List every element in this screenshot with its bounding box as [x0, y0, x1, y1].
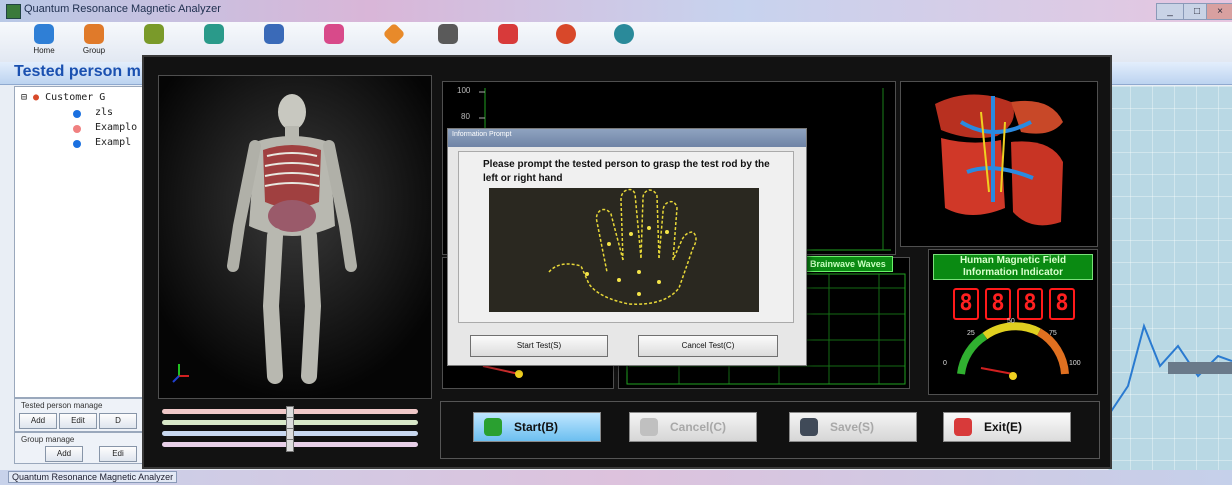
tree-root[interactable]: ⊟ ● Customer G — [21, 92, 105, 103]
organ-image — [935, 94, 1063, 226]
cancel-button-label: Cancel(C) — [670, 420, 727, 434]
slider[interactable] — [162, 406, 418, 419]
window-title: Quantum Resonance Magnetic Analyzer — [24, 3, 221, 15]
start-button[interactable]: Start(B) — [473, 412, 601, 442]
dialog-content: Please prompt the tested person to grasp… — [458, 151, 794, 323]
shield-icon — [204, 24, 224, 44]
save-button[interactable]: Save(S) — [789, 412, 917, 442]
section-title: Tested person m — [14, 63, 141, 80]
human-body-image — [159, 76, 431, 398]
customer-tree[interactable]: ⊟ ● Customer G zls Examplo Exampl — [14, 86, 146, 398]
action-buttons-panel: Start(B) Cancel(C) Save(S) Exit(E) — [440, 401, 1100, 459]
toolbar-group-label: Group — [82, 46, 106, 55]
toolbar-home-label: Home — [33, 46, 55, 55]
dialog-title: Information Prompt — [452, 131, 512, 138]
diamond-icon — [382, 22, 406, 46]
arrow-icon — [144, 24, 164, 44]
save-button-label: Save(S) — [830, 420, 875, 434]
taskbar: Quantum Resonance Magnetic Analyzer — [0, 470, 1232, 485]
person-icon — [73, 125, 81, 133]
cancel-icon — [640, 418, 658, 436]
cancel-test-button[interactable]: Cancel Test(C) — [638, 335, 778, 357]
magnetic-field-panel: Human Magnetic Field Information Indicat… — [928, 249, 1098, 395]
dialog-message: Please prompt the tested person to grasp… — [483, 159, 770, 184]
tree-root-label: Customer G — [45, 92, 106, 103]
start-button-label: Start(B) — [514, 420, 558, 434]
organ-panel — [900, 81, 1098, 247]
globe-icon — [614, 24, 634, 44]
group-icon — [84, 24, 104, 44]
slider-group — [162, 406, 418, 452]
tested-manage-caption: Tested person manage — [21, 401, 103, 410]
flag-icon — [498, 24, 518, 44]
hand-icon — [548, 188, 697, 305]
gauge-tick-label: 75 — [1049, 330, 1057, 337]
tree-item[interactable]: Examplo — [95, 122, 137, 133]
exit-button[interactable]: Exit(E) — [943, 412, 1071, 442]
toolbar-home-button[interactable]: Home — [24, 24, 64, 60]
home-icon — [34, 24, 54, 44]
person-icon — [73, 140, 81, 148]
power-icon — [484, 418, 502, 436]
tested-person-manage: Tested person manage Add Edit D — [14, 398, 146, 432]
hand-image — [489, 188, 759, 312]
folder-icon: ● — [33, 92, 40, 103]
tested-add-button[interactable]: Add — [19, 413, 57, 429]
group-add-button[interactable]: Add — [45, 446, 83, 462]
start-test-button[interactable]: Start Test(S) — [470, 335, 608, 357]
person-icon — [73, 110, 81, 118]
background-chart — [1107, 86, 1232, 470]
chart-icon — [264, 24, 284, 44]
exit-icon — [954, 418, 972, 436]
gauge-tick-label: 100 — [1069, 360, 1081, 367]
group-manage: Group manage Add Edi — [14, 432, 146, 464]
window-titlebar: Quantum Resonance Magnetic Analyzer _ □ … — [0, 0, 1232, 22]
taskbar-app-button[interactable]: Quantum Resonance Magnetic Analyzer — [8, 471, 178, 483]
dialog-titlebar: Information Prompt — [448, 129, 806, 147]
tested-delete-button[interactable]: D — [99, 413, 137, 429]
tested-edit-button[interactable]: Edit — [59, 413, 97, 429]
cancel-button[interactable]: Cancel(C) — [629, 412, 757, 442]
exit-button-label: Exit(E) — [984, 420, 1023, 434]
group-manage-caption: Group manage — [21, 435, 75, 444]
minimize-button[interactable]: _ — [1156, 3, 1184, 20]
close-button[interactable]: × — [1206, 3, 1232, 20]
slider-knob[interactable] — [286, 439, 294, 452]
prompt-dialog: Information Prompt Please prompt the tes… — [447, 128, 807, 366]
gauge-tick-label: 50 — [1007, 318, 1015, 325]
tree-item[interactable]: zls — [95, 107, 113, 118]
tools-icon — [438, 24, 458, 44]
slider[interactable] — [162, 428, 418, 441]
target-icon — [556, 24, 576, 44]
body-model-panel — [158, 75, 432, 399]
floppy-icon — [800, 418, 818, 436]
slider[interactable] — [162, 417, 418, 430]
toolbar-group-button[interactable]: Group — [74, 24, 114, 60]
gauge-tick-label: 25 — [967, 330, 975, 337]
tree-item[interactable]: Exampl — [95, 137, 131, 148]
puzzle-icon — [324, 24, 344, 44]
app-icon — [6, 4, 21, 19]
background-wave — [1107, 322, 1232, 417]
gauge-tick-label: 0 — [943, 360, 947, 367]
slider[interactable] — [162, 439, 418, 452]
group-edit-button[interactable]: Edi — [99, 446, 137, 462]
